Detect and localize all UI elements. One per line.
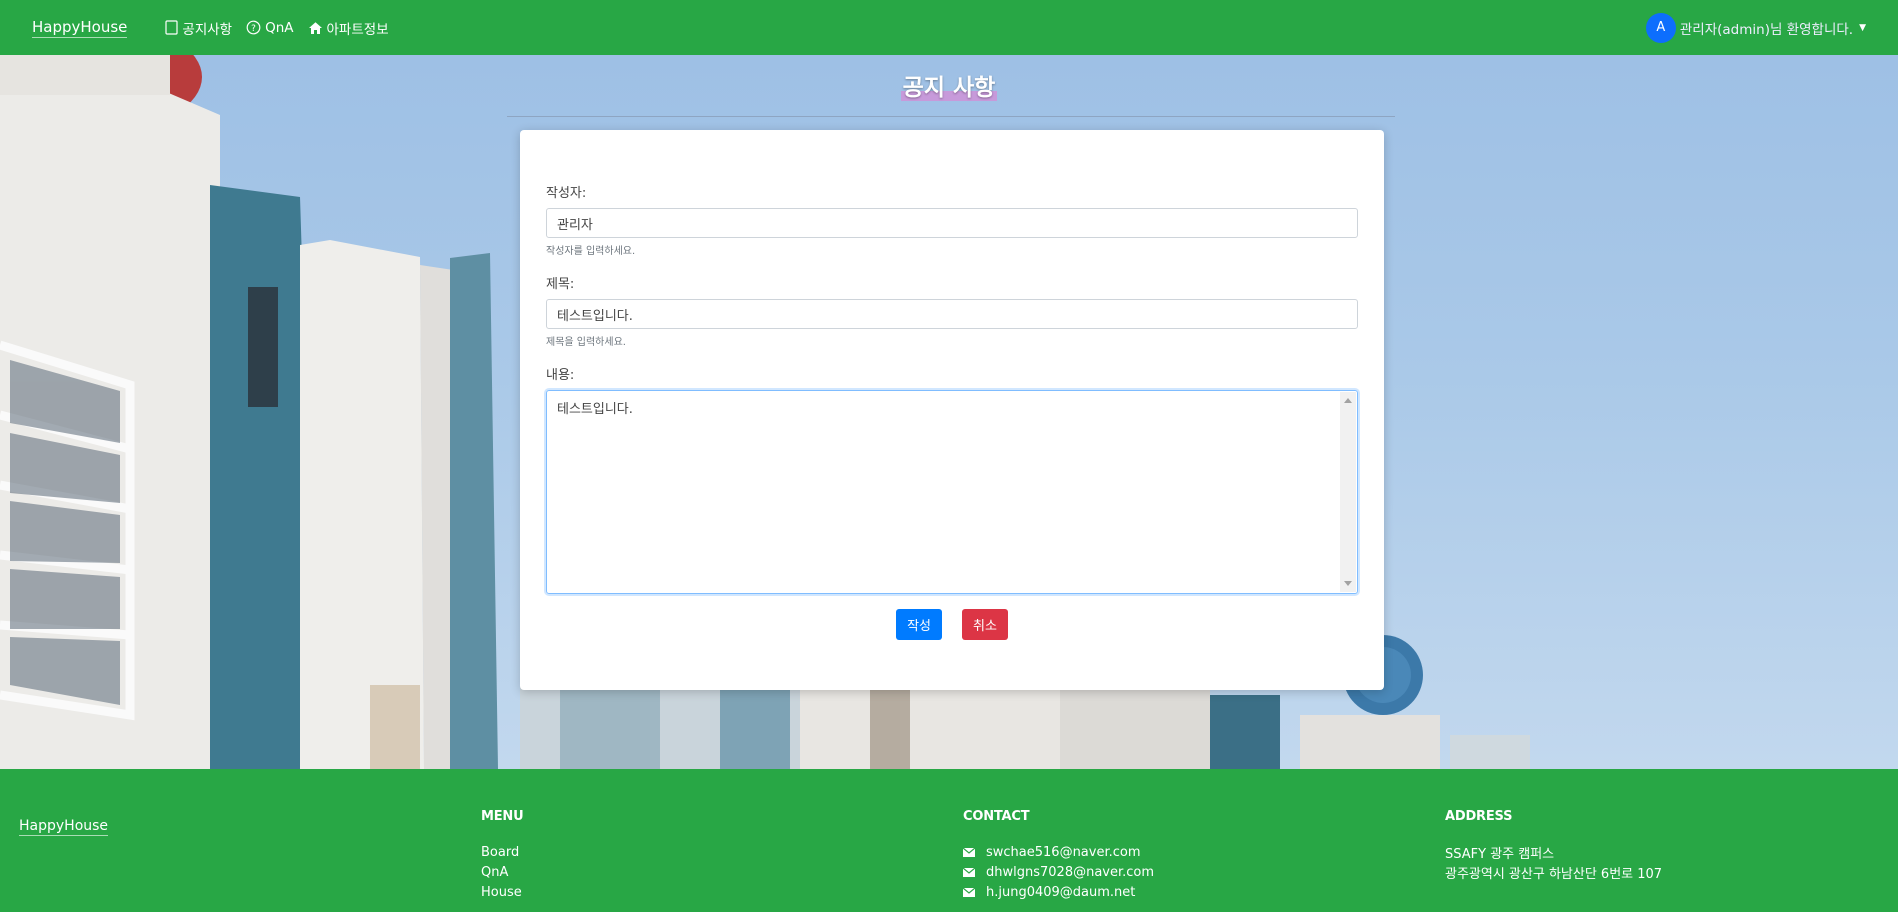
address-line-2: 광주광역시 광산구 하남산단 6번로 107 — [1445, 866, 1663, 882]
title-divider — [507, 116, 1395, 117]
home-icon — [308, 21, 322, 34]
footer-menu: MENU Board QnA House — [481, 809, 524, 902]
footer-menu-title: MENU — [481, 809, 524, 824]
nav-notice-label: 공지사항 — [182, 21, 233, 38]
mail-icon — [963, 847, 975, 857]
subject-input[interactable]: 테스트입니다. — [546, 299, 1358, 329]
footer-link-house[interactable]: House — [481, 882, 523, 902]
welcome-text: 관리자(admin)님 환영합니다. — [1679, 21, 1854, 38]
footer-contact: CONTACT swchae516@naver.com dhwlgns7028@… — [963, 809, 1154, 902]
nav-apartment[interactable]: 아파트정보 — [308, 18, 389, 38]
address-line-1: SSAFY 광주 캠퍼스 — [1445, 846, 1555, 862]
footer-link-board[interactable]: Board — [481, 842, 523, 862]
top-navbar: HappyHouse 공지사항 ? QnA 아파트정보 A 관리자(admin)… — [0, 0, 1898, 55]
svg-text:?: ? — [251, 24, 256, 34]
subject-help-text: 제목을 입력하세요. — [546, 337, 626, 348]
form-actions: 작성 취소 — [546, 609, 1358, 640]
footer-address: ADDRESS SSAFY 광주 캠퍼스 광주광역시 광산구 하남산단 6번로 … — [1445, 809, 1662, 882]
author-label: 작성자: — [546, 186, 587, 201]
author-input[interactable]: 관리자 — [546, 208, 1358, 238]
notice-icon — [165, 20, 179, 35]
submit-button[interactable]: 작성 — [896, 609, 942, 640]
content-label: 내용: — [546, 368, 575, 383]
contact-email-text: dhwlgns7028@naver.com — [986, 864, 1155, 880]
chevron-down-icon: ▼ — [1859, 22, 1866, 33]
nav-qna[interactable]: ? QnA — [246, 19, 294, 36]
nav-apartment-label: 아파트정보 — [326, 21, 389, 38]
textarea-scrollbar[interactable] — [1340, 392, 1356, 592]
contact-email-text: h.jung0409@daum.net — [986, 884, 1136, 900]
subject-label: 제목: — [546, 277, 575, 292]
footer: HappyHouse MENU Board QnA House CONTACT … — [0, 769, 1898, 912]
footer-brand[interactable]: HappyHouse — [19, 818, 109, 836]
user-menu[interactable]: A 관리자(admin)님 환영합니다. ▼ — [1645, 12, 1866, 43]
footer-address-title: ADDRESS — [1445, 809, 1513, 824]
mail-icon — [963, 867, 975, 877]
question-icon: ? — [246, 20, 261, 35]
nav-qna-label: QnA — [265, 19, 294, 36]
contact-email-2[interactable]: dhwlgns7028@naver.com — [963, 862, 1154, 882]
author-help-text: 작성자를 입력하세요. — [546, 246, 636, 257]
contact-email-3[interactable]: h.jung0409@daum.net — [963, 882, 1154, 902]
contact-email-text: swchae516@naver.com — [986, 844, 1141, 860]
footer-link-qna[interactable]: QnA — [481, 862, 523, 882]
mail-icon — [963, 887, 975, 897]
scroll-up-icon[interactable] — [1344, 398, 1352, 403]
nav-notice[interactable]: 공지사항 — [165, 18, 232, 38]
footer-contact-title: CONTACT — [963, 809, 1030, 824]
notice-form-card: 작성자: 관리자 작성자를 입력하세요. 제목: 테스트입니다. 제목을 입력하… — [520, 130, 1384, 690]
brand-logo[interactable]: HappyHouse — [32, 18, 128, 38]
page-title: 공지 사항 — [900, 75, 998, 101]
avatar: A — [1645, 12, 1676, 43]
contact-email-1[interactable]: swchae516@naver.com — [963, 842, 1154, 862]
content-text: 테스트입니다. — [557, 402, 633, 417]
content-textarea[interactable]: 테스트입니다. — [546, 390, 1358, 594]
cancel-button[interactable]: 취소 — [962, 609, 1008, 640]
scroll-down-icon[interactable] — [1344, 581, 1352, 586]
